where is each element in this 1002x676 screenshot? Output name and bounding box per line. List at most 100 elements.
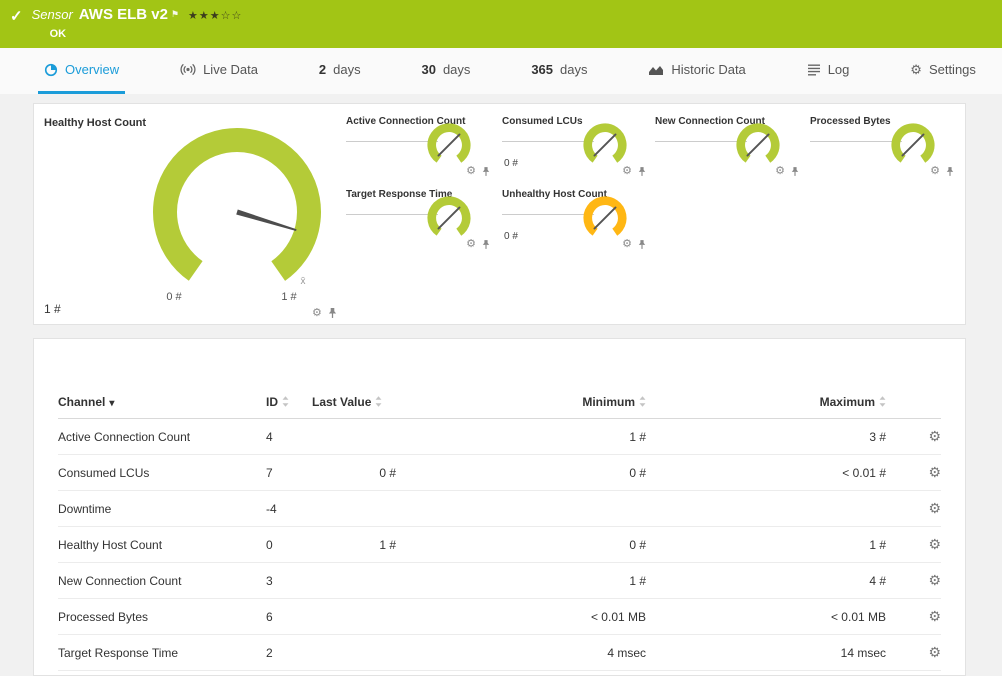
divider [502,141,594,142]
table-row[interactable]: Consumed LCUs 7 0 # 0 # < 0.01 # ⚙ [58,454,941,491]
tab-30-days[interactable]: 30 days [415,48,476,94]
gauge-pin-icon[interactable] [482,239,490,250]
tab-label: days [442,62,471,77]
tab-log[interactable]: Log [801,48,856,94]
channel-settings-icon[interactable]: ⚙ [928,464,941,480]
tab-overview[interactable]: Overview [38,48,126,94]
tab-settings[interactable]: ⚙ Settings [904,48,982,94]
gauge-pin-icon[interactable] [638,239,646,250]
table-row[interactable]: Processed Bytes 6 < 0.01 MB < 0.01 MB ⚙ [58,598,941,635]
channel-settings-icon[interactable]: ⚙ [928,500,941,516]
tab-2-days[interactable]: 2 days [313,48,367,94]
channel-id: 3 [266,562,312,599]
channel-name[interactable]: Active Connection Count [58,418,266,455]
channel-name[interactable]: Processed Bytes [58,598,266,635]
gauge-settings-icon[interactable]: ⚙ [622,166,632,177]
table-row[interactable]: Unhealthy Host Count 1 0 # 0 # 1 # ⚙ [58,670,941,675]
healthy-host-count-gauge[interactable]: 0 # 1 # x̄ [137,112,337,312]
table-row[interactable]: New Connection Count 3 1 # 4 # ⚙ [58,562,941,599]
gauge-pin-icon[interactable] [328,307,337,319]
sort-icon[interactable] [879,396,886,407]
channel-minimum: 1 # [396,562,646,599]
tab-label: Settings [928,62,976,77]
sensor-title-block: Sensor AWS ELB v2 ⚑ ★★★☆☆ OK [32,6,243,40]
channel-id: -4 [266,490,312,527]
gauge-needle [901,133,925,157]
gauge-mean-marker: x̄ [301,276,306,287]
channel-settings-icon[interactable]: ⚙ [928,608,941,624]
channel-settings-icon[interactable]: ⚙ [928,572,941,588]
gauge-pin-icon[interactable] [791,166,799,177]
gauge-settings-icon[interactable]: ⚙ [775,166,785,177]
channel-minimum [396,490,646,527]
channel-minimum: 1 # [396,418,646,455]
channel-last-value [312,634,396,671]
sort-icon[interactable] [282,396,289,407]
tab-label: Overview [65,62,120,77]
tab-label: Log [827,62,850,77]
main-gauge-title: Healthy Host Count [44,117,147,129]
column-header-maximum[interactable]: Maximum [646,387,886,419]
sensor-status-badge: OK [49,28,67,40]
gauge-settings-icon[interactable]: ⚙ [466,239,476,250]
table-row[interactable]: Healthy Host Count 0 1 # 0 # 1 # ⚙ [58,526,941,563]
column-label: ID [266,395,278,409]
channel-settings-icon[interactable]: ⚙ [928,428,941,444]
column-label: Last Value [312,395,372,409]
mini-gauge[interactable] [426,195,472,241]
mini-gauge-active-connection-count: Active Connection Count ⚙ [346,116,494,180]
column-header-id[interactable]: ID [266,387,312,419]
tab-historic-data[interactable]: Historic Data [642,48,751,94]
channel-name[interactable]: New Connection Count [58,562,266,599]
gauge-needle [746,133,770,157]
tab-bar: Overview Live Data 2 days 30 days 365 da… [0,48,1002,94]
mini-gauge[interactable] [890,122,936,168]
gauge-needle [437,206,461,230]
gauge-settings-icon[interactable]: ⚙ [930,166,940,177]
column-header-last-value[interactable]: Last Value [312,387,396,419]
flag-icon[interactable]: ⚑ [171,6,179,23]
channel-minimum: 0 # [396,670,646,675]
channel-maximum: 4 # [646,562,886,599]
mini-gauge[interactable] [735,122,781,168]
channel-name[interactable]: Target Response Time [58,634,266,671]
channel-settings-icon[interactable]: ⚙ [928,536,941,552]
channel-name[interactable]: Consumed LCUs [58,454,266,491]
table-header-row: Channel ▾ ID Last Value Minimum Maximum [58,387,941,419]
status-ok-icon: ✓ [10,8,23,25]
gauge-min-label: 0 # [166,291,182,303]
mini-gauge-new-connection-count: New Connection Count ⚙ [655,116,803,180]
historic-data-icon [649,65,664,75]
divider [346,141,438,142]
channel-id: 1 [266,670,312,675]
gauge-settings-icon[interactable]: ⚙ [622,239,632,250]
settings-gear-icon: ⚙ [910,62,922,77]
tab-365-days[interactable]: 365 days [525,48,593,94]
column-header-minimum[interactable]: Minimum [396,387,646,419]
channel-minimum: < 0.01 MB [396,598,646,635]
table-row[interactable]: Downtime -4 ⚙ [58,490,941,527]
column-header-channel[interactable]: Channel ▾ [58,387,266,419]
table-row[interactable]: Target Response Time 2 4 msec 14 msec ⚙ [58,634,941,671]
sort-icon[interactable] [639,396,646,407]
gauge-settings-icon[interactable]: ⚙ [312,307,322,319]
mini-gauge[interactable] [426,122,472,168]
channel-name[interactable]: Downtime [58,490,266,527]
channel-name[interactable]: Healthy Host Count [58,526,266,563]
channel-name[interactable]: Unhealthy Host Count [58,670,266,675]
sort-icon[interactable] [375,396,382,407]
gauge-pin-icon[interactable] [638,166,646,177]
gauge-pin-icon[interactable] [482,166,490,177]
tab-label: days [560,62,588,77]
table-row[interactable]: Active Connection Count 4 1 # 3 # ⚙ [58,418,941,455]
mini-gauge[interactable] [582,122,628,168]
column-header-actions [886,387,941,419]
priority-stars[interactable]: ★★★☆☆ [188,8,242,25]
gauge-pin-icon[interactable] [946,166,954,177]
tab-live-data[interactable]: Live Data [174,48,264,94]
channel-settings-icon[interactable]: ⚙ [928,644,941,660]
channel-id: 0 [266,526,312,563]
mini-gauge[interactable] [582,195,628,241]
column-label: Minimum [582,395,635,409]
gauge-settings-icon[interactable]: ⚙ [466,166,476,177]
